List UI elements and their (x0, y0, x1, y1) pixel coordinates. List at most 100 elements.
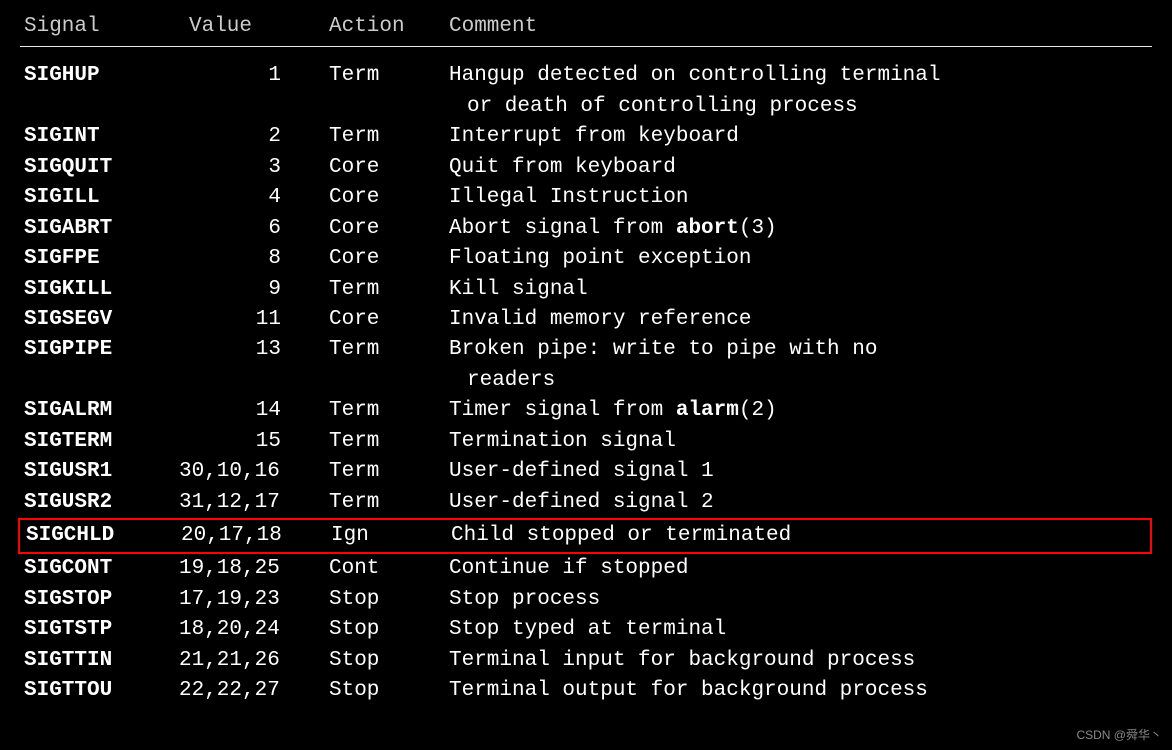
signal-action: Stop (329, 585, 449, 615)
signal-name: SIGTERM (24, 427, 179, 457)
signal-value: 19,18,25 (179, 554, 329, 584)
signal-name: SIGKILL (24, 275, 179, 305)
signal-name: SIGABRT (24, 214, 179, 244)
signal-comment: Interrupt from keyboard (449, 122, 1152, 152)
signal-comment: Child stopped or terminated (451, 521, 1150, 551)
signal-comment: Stop process (449, 585, 1152, 615)
signal-comment: Termination signal (449, 427, 1152, 457)
signal-comment-continuation: or death of controlling process (24, 92, 1152, 122)
signal-comment: User-defined signal 2 (449, 488, 1152, 518)
signal-name: SIGUSR2 (24, 488, 179, 518)
watermark: CSDN @舜华丶 (1076, 727, 1162, 744)
signal-comment-continuation: readers (24, 366, 1152, 396)
signal-comment: Kill signal (449, 275, 1152, 305)
signal-name: SIGUSR1 (24, 457, 179, 487)
signal-action: Term (329, 457, 449, 487)
signal-comment: Invalid memory reference (449, 305, 1152, 335)
table-row: SIGCONT19,18,25ContContinue if stopped (20, 554, 1152, 584)
header-signal: Signal (24, 12, 179, 42)
signal-comment: Continue if stopped (449, 554, 1152, 584)
signal-comment: Illegal Instruction (449, 183, 1152, 213)
signal-value: 31,12,17 (179, 488, 329, 518)
signal-name: SIGINT (24, 122, 179, 152)
signal-value: 14 (179, 396, 329, 426)
signal-action: Cont (329, 554, 449, 584)
signal-value: 18,20,24 (179, 615, 329, 645)
header-comment: Comment (449, 12, 1152, 42)
table-row: SIGALRM14TermTimer signal from alarm(2) (20, 396, 1152, 426)
signal-name: SIGQUIT (24, 153, 179, 183)
table-header: Signal Value Action Comment (20, 12, 1152, 47)
signal-action: Core (329, 153, 449, 183)
signal-value: 30,10,16 (179, 457, 329, 487)
signal-comment: Timer signal from alarm(2) (449, 396, 1152, 426)
signal-comment: Terminal output for background process (449, 676, 1152, 706)
signal-value: 15 (179, 427, 329, 457)
table-row: SIGTERM15TermTermination signal (20, 427, 1152, 457)
signal-value: 2 (179, 122, 329, 152)
table-row: SIGTTOU22,22,27StopTerminal output for b… (20, 676, 1152, 706)
signal-name: SIGTSTP (24, 615, 179, 645)
signal-value: 11 (179, 305, 329, 335)
table-row-continuation: or death of controlling process (20, 92, 1152, 122)
table-row-continuation: readers (20, 366, 1152, 396)
signal-action: Core (329, 183, 449, 213)
signal-comment: User-defined signal 1 (449, 457, 1152, 487)
table-row: SIGABRT6CoreAbort signal from abort(3) (20, 214, 1152, 244)
header-value: Value (179, 12, 329, 42)
signal-action: Term (329, 61, 449, 91)
signal-action: Term (329, 427, 449, 457)
signal-action: Term (329, 488, 449, 518)
signal-name: SIGSEGV (24, 305, 179, 335)
signal-comment: Hangup detected on controlling terminal (449, 61, 1152, 91)
table-row: SIGQUIT3CoreQuit from keyboard (20, 153, 1152, 183)
signal-value: 22,22,27 (179, 676, 329, 706)
table-row: SIGKILL9TermKill signal (20, 275, 1152, 305)
signal-comment: Broken pipe: write to pipe with no (449, 335, 1152, 365)
signal-comment: Floating point exception (449, 244, 1152, 274)
table-row: SIGSTOP17,19,23StopStop process (20, 585, 1152, 615)
signal-value: 9 (179, 275, 329, 305)
signal-value: 13 (179, 335, 329, 365)
signal-comment: Abort signal from abort(3) (449, 214, 1152, 244)
table-row: SIGTSTP18,20,24StopStop typed at termina… (20, 615, 1152, 645)
signal-name: SIGPIPE (24, 335, 179, 365)
signal-action: Core (329, 214, 449, 244)
table-row: SIGFPE8CoreFloating point exception (20, 244, 1152, 274)
signal-action: Term (329, 335, 449, 365)
signal-action: Term (329, 396, 449, 426)
signal-name: SIGILL (24, 183, 179, 213)
signal-name: SIGTTIN (24, 646, 179, 676)
signal-action: Stop (329, 615, 449, 645)
signal-value: 17,19,23 (179, 585, 329, 615)
signal-action: Core (329, 305, 449, 335)
signal-action: Term (329, 122, 449, 152)
signal-value: 3 (179, 153, 329, 183)
table-row: SIGHUP1TermHangup detected on controllin… (20, 61, 1152, 91)
signal-name: SIGALRM (24, 396, 179, 426)
signal-name: SIGSTOP (24, 585, 179, 615)
signal-comment: Terminal input for background process (449, 646, 1152, 676)
table-row: SIGSEGV11CoreInvalid memory reference (20, 305, 1152, 335)
signal-action: Term (329, 275, 449, 305)
signal-value: 20,17,18 (181, 521, 331, 551)
table-row: SIGCHLD20,17,18IgnChild stopped or termi… (18, 518, 1152, 554)
signal-action: Core (329, 244, 449, 274)
signal-name: SIGCHLD (26, 521, 181, 551)
signal-name: SIGCONT (24, 554, 179, 584)
table-row: SIGUSR231,12,17TermUser-defined signal 2 (20, 488, 1152, 518)
signal-value: 8 (179, 244, 329, 274)
table-row: SIGPIPE13TermBroken pipe: write to pipe … (20, 335, 1152, 365)
signal-comment: Quit from keyboard (449, 153, 1152, 183)
signal-name: SIGTTOU (24, 676, 179, 706)
table-row: SIGUSR130,10,16TermUser-defined signal 1 (20, 457, 1152, 487)
table-row: SIGILL4CoreIllegal Instruction (20, 183, 1152, 213)
signal-table: Signal Value Action Comment SIGHUP1TermH… (20, 12, 1152, 707)
signal-action: Ign (331, 521, 451, 551)
signal-value: 21,21,26 (179, 646, 329, 676)
table-row: SIGTTIN21,21,26StopTerminal input for ba… (20, 646, 1152, 676)
signal-action: Stop (329, 646, 449, 676)
signal-value: 1 (179, 61, 329, 91)
header-action: Action (329, 12, 449, 42)
signal-value: 6 (179, 214, 329, 244)
